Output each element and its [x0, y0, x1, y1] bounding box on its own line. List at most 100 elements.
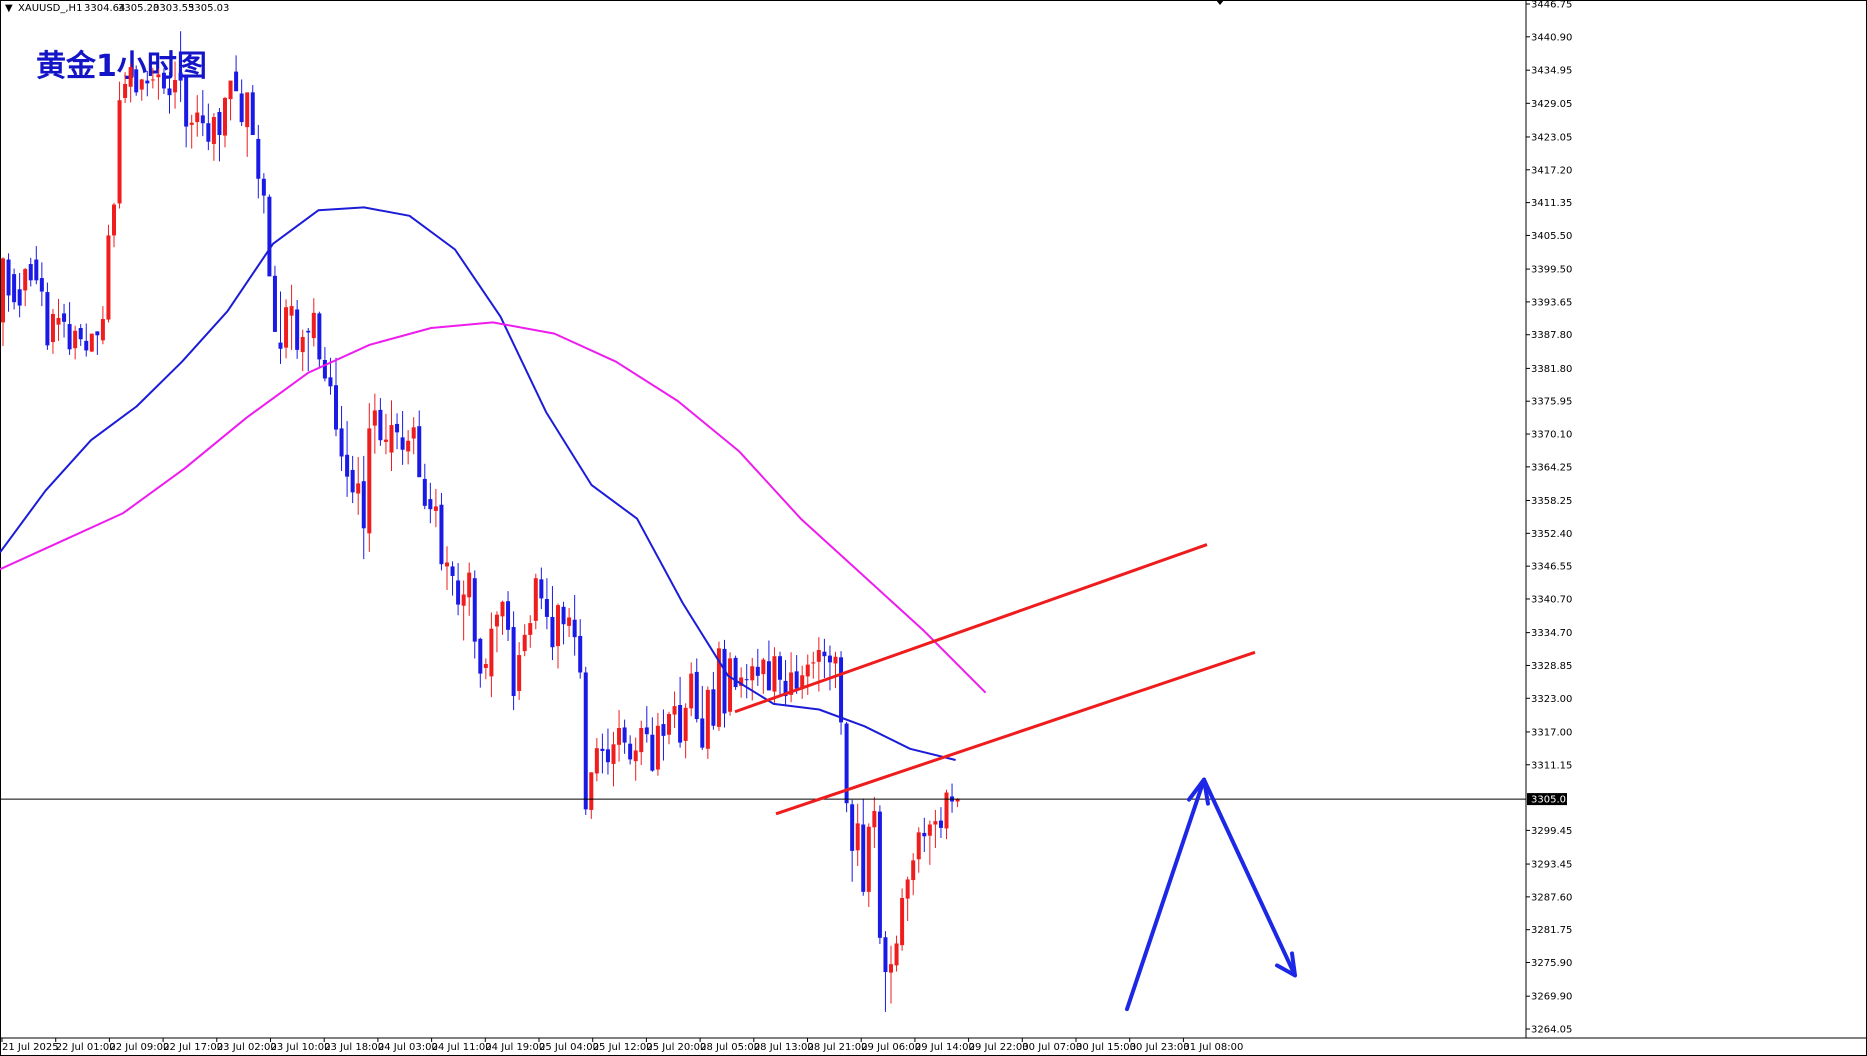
- candle-bull: [567, 617, 572, 626]
- candle-bear: [539, 579, 544, 599]
- price-tick-label: 3370.10: [1531, 430, 1572, 441]
- candle-bear: [417, 426, 422, 478]
- candle-bull: [855, 823, 860, 851]
- candle-bear: [644, 727, 649, 735]
- candle-bear: [161, 72, 166, 89]
- candle-bull: [23, 269, 28, 291]
- candle-bull: [100, 319, 105, 341]
- price-tick-label: 3334.70: [1531, 628, 1572, 639]
- candle-bull: [128, 67, 133, 87]
- candle-bull: [522, 634, 527, 652]
- candle-bear: [317, 313, 322, 360]
- candle-bull: [916, 832, 921, 860]
- candle-bear: [600, 748, 605, 752]
- candle-bull: [245, 92, 250, 128]
- candle-bear: [339, 428, 344, 457]
- candle-bear: [883, 937, 888, 973]
- candle-bull: [772, 656, 777, 692]
- candle-bear: [744, 679, 749, 681]
- candle-bull: [655, 725, 660, 770]
- candle-bear: [766, 661, 771, 691]
- candle-bear: [583, 672, 588, 810]
- candle-bull: [805, 664, 810, 677]
- price-tick-label: 3446.75: [1531, 0, 1572, 11]
- candle-bull: [73, 330, 78, 349]
- candle-bear: [755, 666, 760, 676]
- candle-bear: [628, 743, 633, 760]
- candle-bull: [728, 658, 733, 712]
- time-tick-label: 23 Jul 18:00: [324, 1042, 384, 1053]
- price-tick-label: 3317.00: [1531, 727, 1572, 738]
- candle-bear: [334, 385, 338, 430]
- price-tick-label: 3281.75: [1531, 925, 1572, 936]
- candle-bear: [822, 651, 827, 657]
- price-chart[interactable]: ▼ XAUUSD_,H1 3304.64 3305.20 3303.55 330…: [0, 0, 1867, 1056]
- candle-bear: [261, 178, 266, 196]
- candle-bear: [472, 578, 477, 642]
- candle-bull: [211, 117, 216, 144]
- candle-bear: [17, 289, 22, 306]
- candle-bear: [62, 313, 67, 322]
- candle-bull: [189, 122, 194, 125]
- time-tick-label: 24 Jul 19:00: [485, 1042, 545, 1053]
- candle-bear: [278, 342, 283, 349]
- candle-bear: [544, 598, 549, 617]
- candle-bull: [533, 578, 538, 621]
- candle-bear: [39, 278, 44, 292]
- price-tick-label: 3358.25: [1531, 496, 1572, 507]
- candle-bull: [500, 601, 505, 617]
- chart-window[interactable]: ▼ XAUUSD_,H1 3304.64 3305.20 3303.55 330…: [0, 0, 1867, 1056]
- candle-bear: [794, 671, 799, 689]
- time-tick-label: 28 Jul 21:00: [808, 1042, 868, 1053]
- candle-bull: [944, 792, 949, 829]
- time-tick-label: 31 Jul 08:00: [1183, 1042, 1243, 1053]
- price-tick-label: 3440.90: [1531, 32, 1572, 43]
- candle-bear: [395, 423, 400, 433]
- candle-bull: [300, 336, 305, 353]
- candle-bear: [322, 359, 327, 379]
- current-price-label: 3305.03: [1531, 795, 1572, 806]
- candle-bear: [605, 749, 610, 763]
- candle-bear: [578, 635, 583, 673]
- candle-bull: [672, 706, 677, 715]
- candle-bull: [112, 204, 116, 236]
- time-tick-label: 24 Jul 03:00: [378, 1042, 438, 1053]
- candle-bear: [361, 481, 366, 529]
- candle-bear: [733, 657, 738, 688]
- candle-bull: [750, 666, 755, 681]
- candle-bear: [34, 259, 39, 281]
- candle-bull: [683, 707, 688, 741]
- candle-bull: [494, 614, 499, 627]
- time-tick-label: 22 Jul 09:00: [109, 1042, 169, 1053]
- candle-bear: [134, 69, 139, 93]
- time-tick-label: 23 Jul 02:00: [217, 1042, 277, 1053]
- candle-bear: [572, 619, 577, 638]
- candle-bear: [178, 72, 183, 81]
- price-tick-label: 3405.50: [1531, 231, 1572, 242]
- candle-bull: [594, 748, 599, 774]
- time-tick-label: 21 Jul 2025: [2, 1042, 59, 1053]
- time-tick-label: 28 Jul 13:00: [754, 1042, 814, 1053]
- candle-bull: [639, 728, 644, 753]
- time-tick-label: 25 Jul 12:00: [593, 1042, 653, 1053]
- candle-bull: [489, 628, 494, 677]
- candle-bull: [173, 80, 178, 93]
- candle-bear: [722, 648, 727, 714]
- candle-bear: [850, 804, 855, 851]
- time-tick-label: 30 Jul 23:00: [1130, 1042, 1190, 1053]
- candle-bull: [611, 744, 616, 764]
- time-tick-label: 29 Jul 14:00: [915, 1042, 975, 1053]
- candle-bull: [667, 713, 671, 735]
- price-tick-label: 3323.00: [1531, 694, 1572, 705]
- time-tick-label: 22 Jul 01:00: [56, 1042, 116, 1053]
- candle-bear: [506, 601, 511, 630]
- candle-bear: [84, 340, 89, 351]
- candle-bear: [378, 409, 383, 441]
- candle-bull: [889, 964, 893, 973]
- candle-bull: [117, 100, 122, 204]
- candle-bear: [350, 469, 355, 493]
- candle-bear: [478, 638, 483, 674]
- symbol-info-triangle-icon: ▼: [5, 3, 13, 14]
- candle-bull: [284, 307, 289, 348]
- candle-bull: [50, 313, 55, 343]
